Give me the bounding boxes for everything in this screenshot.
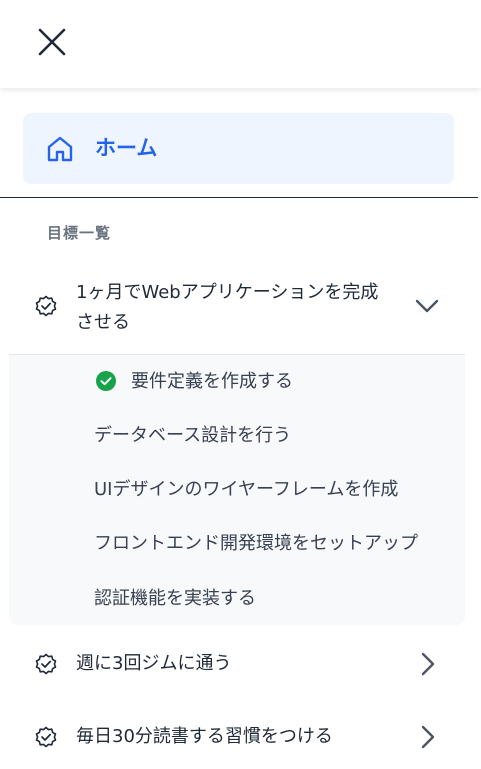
nav-item-home[interactable]: ホーム: [23, 113, 454, 184]
section-title: 目標一覧: [47, 224, 112, 242]
goal-item[interactable]: 1ヶ月でWebアプリケーションを完成 させる: [0, 276, 481, 342]
top-bar: [0, 0, 481, 88]
task-item[interactable]: 認証機能を実装する: [94, 586, 256, 612]
chevron-down-icon[interactable]: [413, 292, 441, 320]
goal-title: 1ヶ月でWebアプリケーションを完成 させる: [76, 278, 386, 338]
close-button[interactable]: [34, 24, 70, 60]
chevron-right-icon[interactable]: [413, 650, 441, 678]
nav-item-home-label: ホーム: [95, 136, 158, 160]
chevron-right-icon[interactable]: [413, 723, 441, 751]
divider: [0, 197, 478, 198]
task-item[interactable]: 要件定義を作成する: [131, 369, 293, 395]
goal-title: 週に3回ジムに通う: [76, 653, 232, 674]
task-item[interactable]: データベース設計を行う: [94, 423, 291, 449]
task-item[interactable]: フロントエンド開発環境をセットアップ: [94, 531, 418, 557]
home-icon: [47, 136, 73, 162]
goal-title: 毎日30分読書する習慣をつける: [76, 726, 333, 747]
task-item[interactable]: UIデザインのワイヤーフレームを作成: [94, 477, 398, 503]
goal-item[interactable]: 週に3回ジムに通う: [0, 640, 481, 688]
goal-title-line: 1ヶ月でWebアプリケーションを完成: [76, 282, 379, 303]
check-circle-icon: [96, 371, 116, 391]
badge-check-icon: [35, 653, 57, 675]
goal-item[interactable]: 毎日30分読書する習慣をつける: [0, 714, 481, 762]
badge-check-icon: [35, 295, 57, 317]
goal-title-line: させる: [76, 312, 130, 333]
badge-check-icon: [35, 726, 57, 748]
close-icon: [38, 28, 66, 56]
